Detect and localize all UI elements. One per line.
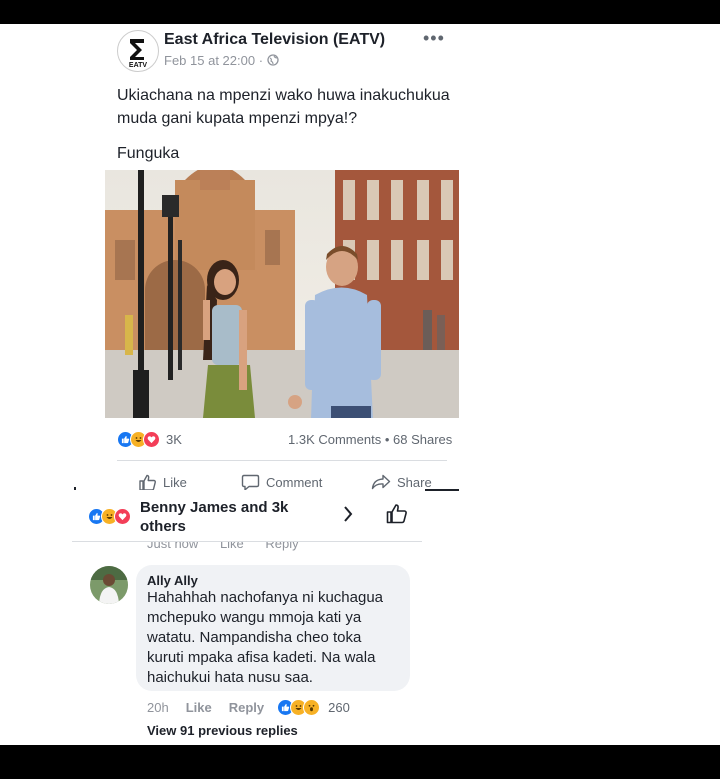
like-label: Like — [163, 475, 187, 490]
view-previous-replies[interactable]: View 91 previous replies — [147, 723, 298, 738]
wow-reaction-icon — [303, 699, 321, 716]
comment-label: Comment — [266, 475, 323, 490]
comment-reply-link[interactable]: Reply — [229, 700, 264, 715]
share-button[interactable]: Share — [371, 474, 432, 490]
post-photo[interactable] — [105, 170, 459, 418]
reaction-count[interactable]: 3K — [166, 432, 182, 447]
page-avatar[interactable]: EATV — [117, 30, 159, 72]
thumbs-up-icon — [139, 474, 156, 491]
comment-button[interactable]: Comment — [241, 474, 322, 491]
globe-icon — [267, 54, 279, 66]
post-text-line: muda gani kupata mpenzi mpya!? — [117, 110, 358, 127]
commenter-name[interactable]: Ally Ally — [147, 573, 198, 588]
comment-like-link[interactable]: Like — [186, 700, 212, 715]
likers-divider — [72, 541, 422, 542]
more-icon[interactable]: ••• — [423, 28, 445, 49]
love-reaction-icon — [143, 430, 160, 448]
post-text-line: Funguka — [117, 145, 180, 162]
shares-count[interactable]: 68 Shares — [393, 432, 452, 447]
commenter-avatar[interactable] — [90, 566, 128, 604]
timestamp-text[interactable]: Feb 15 at 22:00 — [164, 53, 255, 68]
chevron-right-icon[interactable] — [342, 504, 354, 530]
post-stats: 1.3K Comments • 68 Shares — [288, 432, 452, 447]
meta-dot: · — [258, 53, 267, 68]
thumbs-up-icon[interactable] — [386, 503, 408, 529]
comment-reaction-count: 260 — [328, 700, 350, 715]
page-name[interactable]: East Africa Television (EATV) — [164, 31, 385, 49]
post-container: EATV East Africa Television (EATV) Feb 1… — [0, 24, 720, 745]
share-icon — [371, 474, 391, 490]
share-label: Share — [397, 474, 432, 490]
post-text-line: Ukiachana na mpenzi wako huwa inakuchuku… — [117, 87, 450, 104]
comment-meta: 20h Like Reply 260 — [147, 699, 350, 716]
action-divider — [117, 460, 447, 461]
love-reaction-icon — [114, 507, 131, 525]
comments-count[interactable]: 1.3K Comments — [288, 432, 381, 447]
reaction-summary[interactable]: 3K — [117, 430, 182, 448]
stats-separator: • — [384, 432, 390, 447]
comment-icon — [241, 474, 260, 491]
likers-reaction-icons — [88, 507, 131, 525]
comment-reactions[interactable]: 260 — [277, 699, 350, 716]
post-text: Ukiachana na mpenzi wako huwa inakuchuku… — [117, 84, 477, 130]
comment-time[interactable]: 20h — [147, 700, 169, 715]
post-timestamp[interactable]: Feb 15 at 22:00 · — [164, 53, 279, 68]
share-underline — [425, 489, 459, 491]
like-button[interactable]: Like — [139, 474, 187, 491]
comment-text: Hahahhah nachofanya ni kuchagua mchepuko… — [147, 589, 384, 686]
avatar-logo-text: EATV — [129, 62, 147, 69]
likers-text[interactable]: Benny James and 3k others — [140, 498, 310, 536]
